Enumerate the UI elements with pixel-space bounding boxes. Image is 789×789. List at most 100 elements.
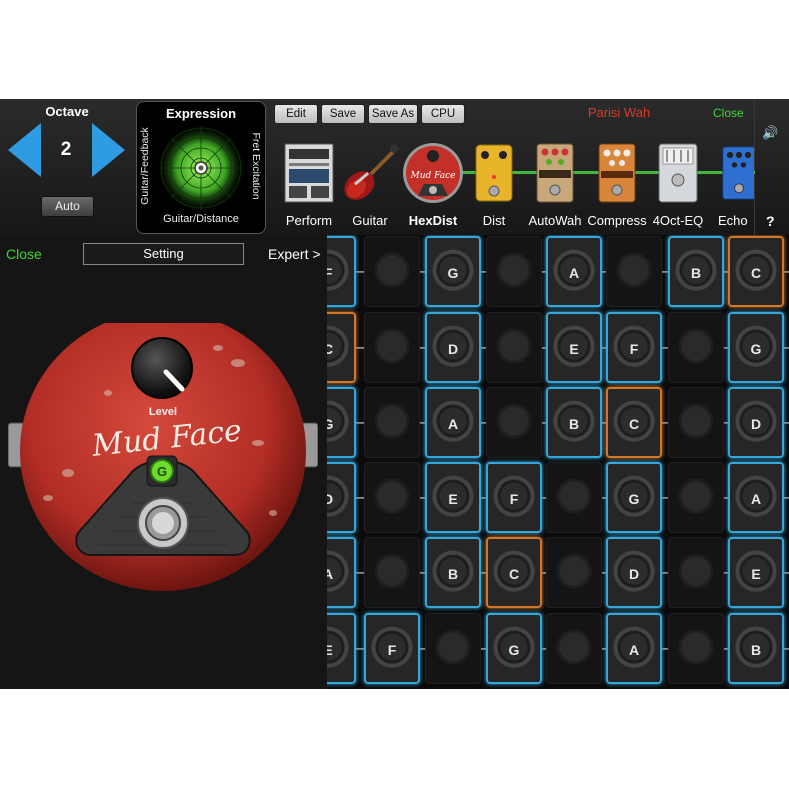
effect-hexdist[interactable]: Mud Face HexDist [402, 139, 464, 235]
fret-cell[interactable]: G [425, 236, 481, 307]
fret-cell[interactable] [486, 387, 542, 458]
fret-cell[interactable]: E [728, 537, 784, 608]
fret-cell[interactable]: B [546, 387, 602, 458]
fret-cell[interactable]: E [425, 462, 481, 533]
fret-cell[interactable]: B [728, 613, 784, 684]
fret-cell[interactable] [486, 236, 542, 307]
effect-label: Compress [587, 213, 647, 228]
auto-button[interactable]: Auto [41, 196, 94, 217]
app-window: Octave 2 Auto Expression Guitar/Feedback… [0, 99, 789, 689]
fretboard[interactable]: F G A B C C D E F G G A B C D D E F G A A B C D E E F G A B [327, 235, 789, 689]
fret-cell[interactable]: G [486, 613, 542, 684]
fret-cell[interactable]: C [606, 387, 662, 458]
fret-cell[interactable]: A [546, 236, 602, 307]
fret-cell[interactable]: A [425, 387, 481, 458]
save-as-button[interactable]: Save As [368, 104, 418, 124]
note-label: G [750, 341, 762, 357]
expression-pad[interactable]: Expression Guitar/Feedback Fret Excitati… [136, 101, 266, 234]
note-label: B [568, 416, 580, 432]
fret-cell[interactable]: F [606, 312, 662, 383]
note-label: D [447, 341, 459, 357]
fret-cell[interactable]: D [606, 537, 662, 608]
fret-cell[interactable]: B [668, 236, 724, 307]
fret-cell[interactable]: C [728, 236, 784, 307]
fret-cell[interactable]: E [327, 613, 356, 684]
divider [754, 99, 755, 235]
fret-cell[interactable] [364, 537, 420, 608]
effect-perform[interactable]: Perform [282, 139, 336, 235]
fret-cell[interactable] [364, 462, 420, 533]
level-knob-label: Level [149, 406, 177, 418]
note-label: D [750, 416, 762, 432]
effect-compress[interactable]: Compress [587, 139, 647, 235]
note-label: G [508, 642, 520, 658]
note-label: E [569, 341, 579, 357]
cpu-button[interactable]: CPU [421, 104, 465, 124]
fret-cell[interactable]: C [486, 537, 542, 608]
effect-4oct-eq[interactable]: 4Oct-EQ [653, 139, 703, 235]
fret-cell[interactable] [668, 387, 724, 458]
fret-cell[interactable] [364, 312, 420, 383]
fret-cell[interactable] [668, 537, 724, 608]
expert-link[interactable]: Expert > [268, 246, 321, 262]
close-top-button[interactable]: Close [713, 106, 744, 120]
status-led: G [146, 455, 178, 487]
fret-cell[interactable]: A [327, 537, 356, 608]
close-panel-button[interactable]: Close [6, 246, 42, 262]
edit-button[interactable]: Edit [274, 104, 318, 124]
fret-cell[interactable]: G [606, 462, 662, 533]
fret-cell[interactable] [364, 387, 420, 458]
fret-cell[interactable] [546, 537, 602, 608]
guitar-icon [344, 143, 400, 200]
top-bar: Octave 2 Auto Expression Guitar/Feedback… [0, 99, 789, 235]
fret-cell[interactable] [425, 613, 481, 684]
note-label: G [447, 265, 459, 281]
help-icon[interactable]: ? [766, 213, 775, 229]
level-knob[interactable] [131, 337, 193, 399]
fret-cell[interactable]: E [546, 312, 602, 383]
effect-label: Echo [718, 213, 748, 228]
effect-label: AutoWah [528, 213, 582, 228]
fret-cell[interactable] [668, 462, 724, 533]
fret-cell[interactable]: D [425, 312, 481, 383]
effect-dist[interactable]: Dist [470, 139, 518, 235]
effect-echo[interactable]: Echo [718, 139, 754, 235]
fret-cell[interactable] [668, 613, 724, 684]
effect-guitar[interactable]: Guitar [340, 139, 400, 235]
svg-text:Mud Face: Mud Face [410, 171, 456, 181]
expression-xy-pad[interactable] [157, 124, 245, 212]
fret-cell[interactable] [546, 613, 602, 684]
fret-cell[interactable]: D [327, 462, 356, 533]
octave-label: Octave [45, 104, 89, 119]
fret-cell[interactable]: A [728, 462, 784, 533]
fret-cell[interactable]: G [728, 312, 784, 383]
note-label: C [508, 566, 520, 582]
fret-cell[interactable]: G [327, 387, 356, 458]
octave-down-button[interactable] [8, 123, 41, 177]
note-label: E [751, 566, 761, 582]
fret-cell[interactable]: F [364, 613, 420, 684]
fret-cell[interactable] [364, 236, 420, 307]
perform-screen-icon [284, 143, 334, 203]
effect-label: Dist [482, 213, 506, 228]
setting-button[interactable]: Setting [83, 243, 244, 265]
note-label: A [750, 491, 762, 507]
fret-cell[interactable]: C [327, 312, 356, 383]
fret-cell[interactable] [668, 312, 724, 383]
fret-cell[interactable]: D [728, 387, 784, 458]
fret-cell[interactable]: F [486, 462, 542, 533]
fret-cell[interactable] [546, 462, 602, 533]
effect-autowah[interactable]: AutoWah [529, 139, 582, 235]
fret-cell[interactable]: F [327, 236, 356, 307]
octave-up-button[interactable] [92, 123, 125, 177]
octave-value: 2 [60, 139, 72, 160]
fret-cell[interactable]: B [425, 537, 481, 608]
save-button[interactable]: Save [321, 104, 365, 124]
fret-cell[interactable] [606, 236, 662, 307]
fret-cell[interactable]: A [606, 613, 662, 684]
speaker-icon[interactable]: 🔊 [762, 125, 778, 141]
fret-cell[interactable] [486, 312, 542, 383]
mud-face-pedal: Level Mud Face G [8, 323, 318, 591]
footswitch[interactable] [137, 497, 189, 549]
note-label: A [628, 642, 640, 658]
